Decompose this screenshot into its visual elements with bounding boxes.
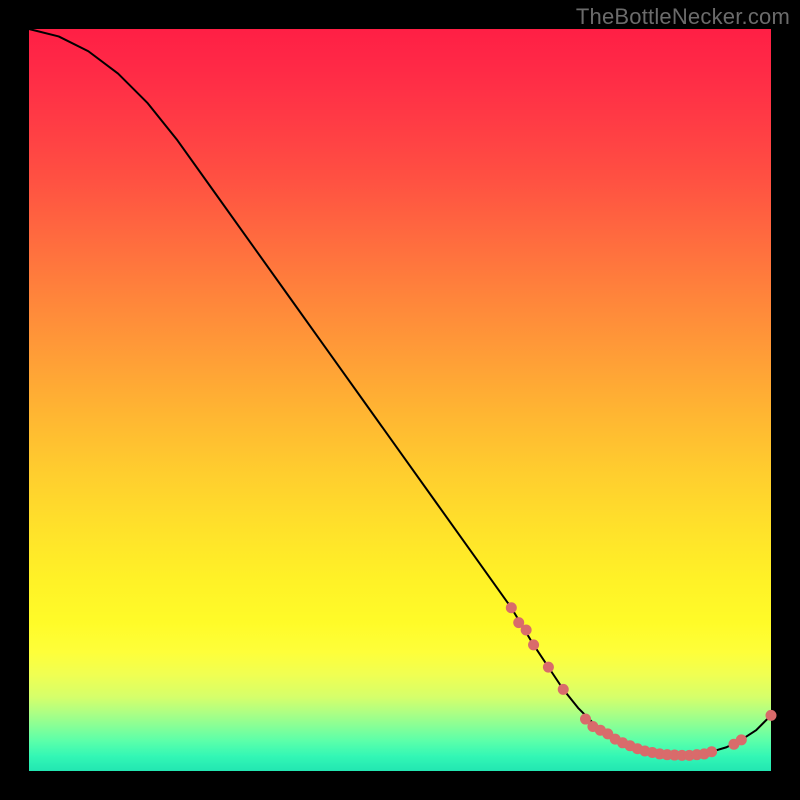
data-point: [506, 602, 517, 613]
data-point: [766, 710, 777, 721]
chart-svg: [29, 29, 771, 771]
data-point: [558, 684, 569, 695]
chart-frame: TheBottleNecker.com: [0, 0, 800, 800]
data-point: [528, 639, 539, 650]
highlighted-points: [506, 602, 777, 761]
data-point: [543, 662, 554, 673]
data-point: [736, 734, 747, 745]
data-point: [521, 625, 532, 636]
attribution-text: TheBottleNecker.com: [576, 4, 790, 30]
bottleneck-curve: [29, 29, 771, 755]
plot-area: [29, 29, 771, 771]
data-point: [706, 746, 717, 757]
